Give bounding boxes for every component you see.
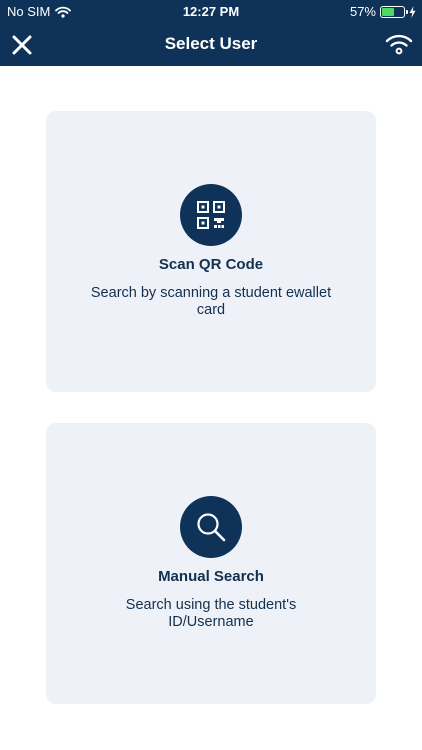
- status-bar: No SIM 12:27 PM 57%: [0, 0, 422, 22]
- battery-tip: [406, 9, 408, 14]
- close-button[interactable]: [10, 33, 34, 57]
- close-icon: [12, 35, 32, 55]
- manual-search-option[interactable]: Manual Search Search using the student's…: [46, 423, 376, 704]
- select-user-screen: No SIM 12:27 PM 57% Select User Scan QR …: [0, 0, 422, 750]
- scan-qr-code-option[interactable]: Scan QR Code Search by scanning a studen…: [46, 111, 376, 392]
- search-icon-circle: [180, 496, 242, 558]
- battery-icon: [380, 5, 408, 18]
- qr-code-icon: [197, 201, 225, 229]
- charging-bolt-icon: [409, 5, 416, 18]
- battery-fill: [382, 7, 394, 16]
- option-description: Search by scanning a student ewallet car…: [90, 285, 332, 318]
- battery-percent: 57%: [349, 4, 376, 19]
- wifi-icon: [385, 34, 413, 55]
- page-title: Select User: [164, 34, 258, 53]
- option-title: Scan QR Code: [158, 256, 264, 273]
- header: No SIM 12:27 PM 57% Select User: [0, 0, 422, 66]
- search-icon: [197, 513, 226, 542]
- option-title: Manual Search: [158, 568, 264, 585]
- nav-bar: Select User: [0, 22, 422, 66]
- connection-button[interactable]: [384, 31, 414, 57]
- status-right: 57%: [350, 4, 416, 19]
- option-description: Search using the student's ID/Username: [125, 597, 297, 630]
- qr-icon-circle: [180, 184, 242, 246]
